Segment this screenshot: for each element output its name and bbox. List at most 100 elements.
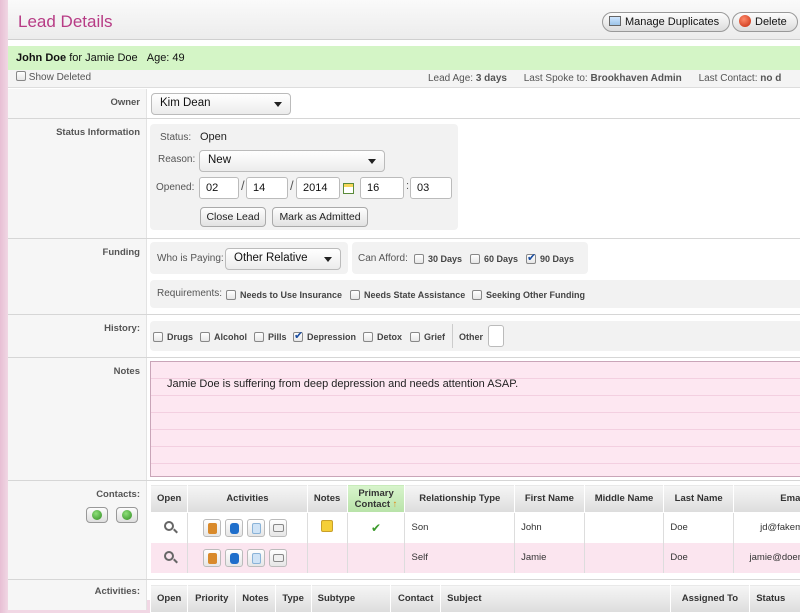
column-header[interactable]: Notes <box>307 485 347 513</box>
afford-60-checkbox[interactable] <box>470 254 480 264</box>
req-insurance-option[interactable]: Needs to Use Insurance <box>226 290 342 301</box>
mail-icon[interactable] <box>269 549 287 567</box>
lead-stats: Lead Age: 3 days Last Spoke to: Brookhav… <box>428 73 781 84</box>
history-alcohol-option[interactable]: Alcohol <box>200 332 247 343</box>
notes-cell[interactable] <box>307 513 347 543</box>
chat-icon[interactable] <box>247 549 265 567</box>
owner-select[interactable]: Kim Dean <box>151 93 291 115</box>
email-cell[interactable]: jd@fakem <box>734 513 800 543</box>
lead-age: Age: 49 <box>147 52 185 64</box>
show-deleted-label: Show Deleted <box>29 72 91 83</box>
open-cell[interactable] <box>151 543 188 573</box>
arrow-right-icon <box>122 510 132 520</box>
document-icon[interactable] <box>203 549 221 567</box>
history-depression-checkbox[interactable] <box>293 332 303 342</box>
who-paying-label: Who is Paying: <box>157 253 224 264</box>
who-paying-select[interactable]: Other Relative <box>225 248 341 270</box>
history-other-label: Other <box>459 332 483 342</box>
history-other-input[interactable] <box>488 325 504 347</box>
status-section-label: Status Information <box>56 127 140 138</box>
reason-select[interactable]: New <box>199 150 385 172</box>
opened-month-input[interactable]: 02 <box>199 177 239 199</box>
contacts-table: Open Activities Notes Primary Contact ↑ … <box>150 484 800 573</box>
history-grief-option[interactable]: Grief <box>410 332 445 343</box>
mark-admitted-button[interactable]: Mark as Admitted <box>272 207 368 227</box>
history-pills-checkbox[interactable] <box>254 332 264 342</box>
relationship-cell: Son <box>405 513 515 543</box>
history-detox-checkbox[interactable] <box>363 332 373 342</box>
history-grief-checkbox[interactable] <box>410 332 420 342</box>
column-header[interactable]: Middle Name <box>584 485 664 513</box>
document-icon[interactable] <box>203 519 221 537</box>
req-insurance-label: Needs to Use Insurance <box>240 290 342 300</box>
history-alcohol-checkbox[interactable] <box>200 332 210 342</box>
column-header[interactable]: Subject <box>441 585 670 613</box>
history-drugs-checkbox[interactable] <box>153 332 163 342</box>
lead-summary: John Doe for Jamie Doe Age: 49 <box>16 52 185 64</box>
column-header[interactable]: Subtype <box>311 585 391 613</box>
magnify-icon[interactable] <box>164 551 174 561</box>
last-contact-value: no d <box>760 73 781 84</box>
delete-icon <box>739 15 751 27</box>
history-detox-option[interactable]: Detox <box>363 332 402 343</box>
delete-button[interactable]: Delete <box>732 12 798 32</box>
column-header[interactable]: Contact <box>391 585 441 613</box>
opened-hour-input[interactable]: 16 <box>360 177 404 199</box>
column-header[interactable]: Last Name <box>664 485 734 513</box>
column-header[interactable]: Open <box>151 485 188 513</box>
show-deleted-checkbox[interactable] <box>16 71 26 81</box>
afford-60-option[interactable]: 60 Days <box>470 254 518 265</box>
phone-icon[interactable] <box>225 519 243 537</box>
column-header[interactable]: Priority <box>188 585 236 613</box>
magnify-icon[interactable] <box>164 521 174 531</box>
table-row[interactable]: Self Jamie Doe jamie@doen <box>151 543 800 573</box>
history-depression-option[interactable]: Depression <box>293 332 356 343</box>
phone-icon[interactable] <box>225 549 243 567</box>
show-deleted-toggle[interactable]: Show Deleted <box>16 72 91 83</box>
title-bar: Lead Details Manage Duplicates Delete <box>8 0 800 40</box>
notes-cell[interactable] <box>307 543 347 573</box>
column-header[interactable]: Relationship Type <box>405 485 515 513</box>
notes-textarea[interactable]: Jamie Doe is suffering from deep depress… <box>150 361 800 477</box>
req-other-checkbox[interactable] <box>472 290 482 300</box>
history-pills-option[interactable]: Pills <box>254 332 287 343</box>
column-header[interactable]: Open <box>151 585 188 613</box>
req-state-option[interactable]: Needs State Assistance <box>350 290 465 301</box>
calendar-icon[interactable] <box>343 183 354 194</box>
history-grief-label: Grief <box>424 332 445 342</box>
afford-30-checkbox[interactable] <box>414 254 424 264</box>
column-header[interactable]: Activities <box>188 485 307 513</box>
chat-icon[interactable] <box>247 519 265 537</box>
column-header[interactable]: Status <box>750 585 800 613</box>
middle-name-cell <box>584 513 664 543</box>
opened-day-input[interactable]: 14 <box>246 177 288 199</box>
mail-icon[interactable] <box>269 519 287 537</box>
close-lead-button[interactable]: Close Lead <box>200 207 266 227</box>
req-other-option[interactable]: Seeking Other Funding <box>472 290 585 301</box>
forward-contact-button[interactable] <box>116 507 138 523</box>
afford-90-checkbox[interactable] <box>526 254 536 264</box>
manage-duplicates-button[interactable]: Manage Duplicates <box>602 12 730 32</box>
req-state-checkbox[interactable] <box>350 290 360 300</box>
email-cell[interactable]: jamie@doen <box>734 543 800 573</box>
open-cell[interactable] <box>151 513 188 543</box>
column-header[interactable]: Type <box>275 585 311 613</box>
opened-minute-input[interactable]: 03 <box>410 177 452 199</box>
req-insurance-checkbox[interactable] <box>226 290 236 300</box>
table-row[interactable]: ✔ Son John Doe jd@fakem <box>151 513 800 543</box>
afford-30-option[interactable]: 30 Days <box>414 254 462 265</box>
notes-row: Notes Jamie Doe is suffering from deep d… <box>8 358 800 481</box>
opened-year-input[interactable]: 2014 <box>296 177 340 199</box>
add-contact-button[interactable] <box>86 507 108 523</box>
primary-contact-header[interactable]: Primary Contact ↑ <box>347 485 405 513</box>
history-alcohol-label: Alcohol <box>214 332 247 342</box>
afford-60-label: 60 Days <box>484 254 518 264</box>
column-header[interactable]: Emai <box>734 485 800 513</box>
afford-90-option[interactable]: 90 Days <box>526 254 574 265</box>
column-header[interactable]: First Name <box>515 485 585 513</box>
note-icon[interactable] <box>321 520 333 532</box>
history-drugs-option[interactable]: Drugs <box>153 332 193 343</box>
column-header[interactable]: Notes <box>236 585 275 613</box>
lead-age-label: Lead Age: <box>428 73 473 84</box>
column-header[interactable]: Assigned To <box>670 585 750 613</box>
